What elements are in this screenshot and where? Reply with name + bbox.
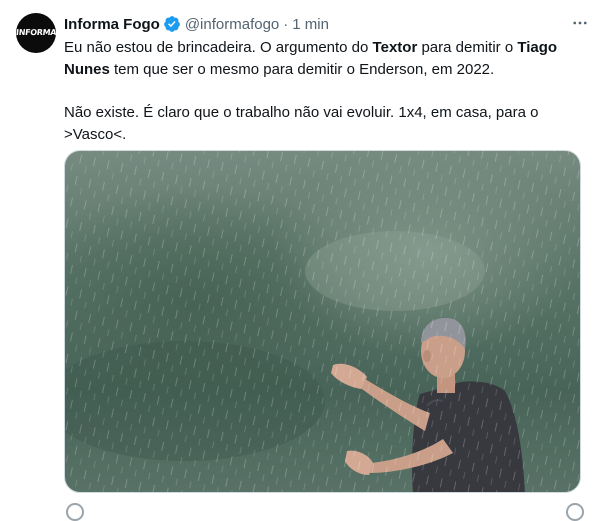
tweet-timestamp[interactable]: 1 min — [292, 16, 329, 33]
avatar-logo-text: INFORMA — [16, 28, 56, 37]
author-name[interactable]: Informa Fogo — [64, 16, 160, 33]
tweet-header: Informa Fogo @informafogo · 1 min — [64, 14, 590, 34]
tweet[interactable]: INFORMA Informa Fogo @informafogo · 1 mi… — [0, 0, 604, 521]
photo-coach-in-rain — [65, 151, 580, 492]
verified-badge-icon — [163, 16, 180, 32]
views-icon[interactable] — [566, 503, 584, 521]
tweet-paragraph-1: Eu não estou de brincadeira. O argumento… — [64, 37, 584, 81]
separator-dot: · — [283, 15, 289, 33]
text-run-bold: Textor — [372, 39, 418, 56]
avatar[interactable]: INFORMA — [16, 13, 56, 53]
tweet-text: Eu não estou de brincadeira. O argumento… — [64, 37, 584, 146]
text-run: para demitir o — [417, 39, 518, 56]
more-horizontal-icon[interactable] — [570, 14, 590, 32]
reply-icon[interactable] — [66, 503, 84, 521]
tweet-photo[interactable] — [64, 150, 581, 493]
tweet-paragraph-2: Não existe. É claro que o trabalho não v… — [64, 104, 539, 143]
text-run: tem que ser o mesmo para demitir o Ender… — [109, 61, 495, 78]
author-handle[interactable]: @informafogo — [185, 16, 279, 33]
text-run: Eu não estou de brincadeira. O argumento… — [64, 39, 373, 56]
